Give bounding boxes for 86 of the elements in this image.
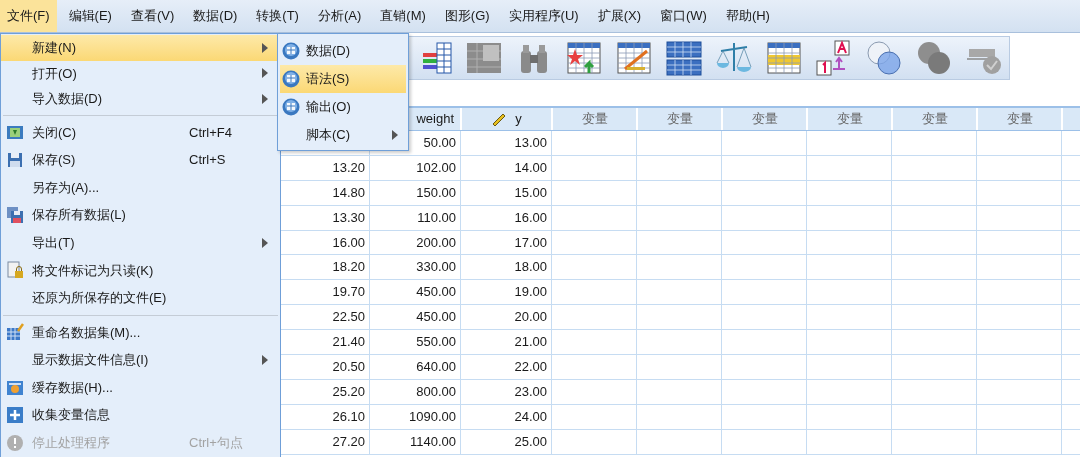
submenu-arrow-icon bbox=[262, 237, 268, 248]
table-cell: 25.00 bbox=[461, 429, 552, 454]
data-icon bbox=[282, 42, 300, 60]
table-cell: 1140.00 bbox=[370, 429, 461, 454]
column-header[interactable]: 变量 bbox=[978, 108, 1063, 130]
submenu-arrow-icon bbox=[262, 355, 268, 366]
submenu-arrow-icon bbox=[262, 42, 268, 53]
table-cell: 330.00 bbox=[370, 255, 461, 280]
table-cell: 110.00 bbox=[370, 205, 461, 230]
table-ruler-icon[interactable] bbox=[615, 39, 653, 77]
cache-icon bbox=[6, 378, 24, 397]
table-cell: 13.00 bbox=[461, 131, 552, 155]
menu-item[interactable]: 实用程序(U) bbox=[501, 0, 586, 32]
menu-item[interactable]: 保存(S) Ctrl+S bbox=[1, 146, 280, 174]
menu-item[interactable]: 分析(A) bbox=[310, 0, 369, 32]
menu-item[interactable]: 扩展(X) bbox=[590, 0, 648, 32]
table-cell: 14.00 bbox=[461, 155, 552, 180]
menu-item[interactable]: 数据(D) bbox=[186, 0, 245, 32]
menu-item[interactable]: 导出(T) bbox=[1, 228, 280, 257]
table-cell: 19.00 bbox=[461, 280, 552, 305]
table-cell: 800.00 bbox=[370, 379, 461, 404]
table-cell: 450.00 bbox=[370, 305, 461, 330]
menu-item[interactable]: 语法(S) bbox=[280, 65, 406, 93]
split-table-icon[interactable] bbox=[665, 39, 703, 77]
table-cell: 1090.00 bbox=[370, 404, 461, 429]
menu-item[interactable]: 另存为(A)... bbox=[1, 173, 280, 202]
menu-item[interactable]: 查看(V) bbox=[123, 0, 182, 32]
table-cell: 21.00 bbox=[461, 330, 552, 354]
save-icon bbox=[6, 150, 24, 169]
table-cell: 16.00 bbox=[461, 205, 552, 230]
plus-icon bbox=[6, 406, 24, 425]
menu-item[interactable]: 窗口(W) bbox=[652, 0, 714, 32]
menu-item[interactable]: 文件(F) bbox=[0, 0, 57, 32]
menu-item[interactable]: 帮助(H) bbox=[718, 0, 777, 32]
shortcut-text: Ctrl+S bbox=[189, 151, 227, 170]
menu-item[interactable]: 直销(M) bbox=[373, 0, 433, 32]
column-header[interactable]: 变量 bbox=[723, 108, 808, 130]
table-cell: 640.00 bbox=[370, 355, 461, 379]
table-cell: 550.00 bbox=[370, 330, 461, 354]
circles-icon[interactable] bbox=[865, 39, 903, 77]
menu-item[interactable]: 保存所有数据(L) bbox=[1, 201, 280, 229]
table-cell: 200.00 bbox=[370, 230, 461, 255]
table-cell: 20.00 bbox=[461, 305, 552, 330]
menu-item[interactable]: 转换(T) bbox=[249, 0, 306, 32]
submenu-arrow-icon bbox=[262, 68, 268, 79]
folder-icon bbox=[6, 123, 24, 142]
shortcut-text: Ctrl+F4 bbox=[189, 123, 233, 142]
menu-item[interactable]: 显示数据文件信息(I) bbox=[1, 346, 280, 374]
table-cell: 102.00 bbox=[370, 155, 461, 180]
table-pencil-icon bbox=[6, 323, 24, 342]
column-header[interactable]: 变量 bbox=[638, 108, 723, 130]
output-icon bbox=[282, 98, 300, 116]
menu-item[interactable]: 关闭(C) Ctrl+F4 bbox=[1, 118, 280, 147]
highlighted-table-icon[interactable] bbox=[765, 39, 803, 77]
menu-item[interactable]: 还原为所保存的文件(E) bbox=[1, 284, 280, 312]
menu-item[interactable]: 收集变量信息 bbox=[1, 401, 280, 430]
table-cell: 17.00 bbox=[461, 230, 552, 255]
shortcut-text: Ctrl+句点 bbox=[189, 434, 244, 453]
menu-item[interactable]: 编辑(E) bbox=[61, 0, 119, 32]
menu-item[interactable]: 打开(O) bbox=[1, 60, 280, 86]
table-cell: 22.00 bbox=[461, 355, 552, 379]
save-all-icon bbox=[6, 206, 24, 225]
table-cell: 23.00 bbox=[461, 379, 552, 404]
table-cell: 150.00 bbox=[370, 180, 461, 205]
menu-item[interactable]: 图形(G) bbox=[437, 0, 497, 32]
star-table-icon[interactable] bbox=[565, 39, 603, 77]
syntax-icon bbox=[282, 70, 300, 88]
table-cell: 450.00 bbox=[370, 280, 461, 305]
submenu-arrow-icon bbox=[392, 130, 398, 140]
submenu-arrow-icon bbox=[262, 93, 268, 104]
menu-item[interactable]: 重命名数据集(M)... bbox=[1, 318, 280, 347]
table-cell: 15.00 bbox=[461, 180, 552, 205]
table-cell: 24.00 bbox=[461, 404, 552, 429]
column-header[interactable]: y bbox=[462, 108, 553, 130]
menu-item[interactable]: 数据(D) bbox=[280, 37, 406, 65]
menu-item[interactable]: 新建(N) bbox=[1, 35, 280, 61]
lock-file-icon bbox=[6, 261, 24, 280]
table-cell: 18.00 bbox=[461, 255, 552, 280]
column-header[interactable]: 变量 bbox=[553, 108, 638, 130]
menu-item[interactable]: 缓存数据(H)... bbox=[1, 373, 280, 402]
stop-icon bbox=[6, 433, 24, 452]
value-labels-icon[interactable] bbox=[815, 39, 853, 77]
menu-item[interactable]: 导入数据(D) bbox=[1, 86, 280, 112]
menu-item[interactable]: 将文件标记为只读(K) bbox=[1, 256, 280, 285]
column-header[interactable]: 变量 bbox=[808, 108, 893, 130]
column-header[interactable]: 变量 bbox=[893, 108, 978, 130]
